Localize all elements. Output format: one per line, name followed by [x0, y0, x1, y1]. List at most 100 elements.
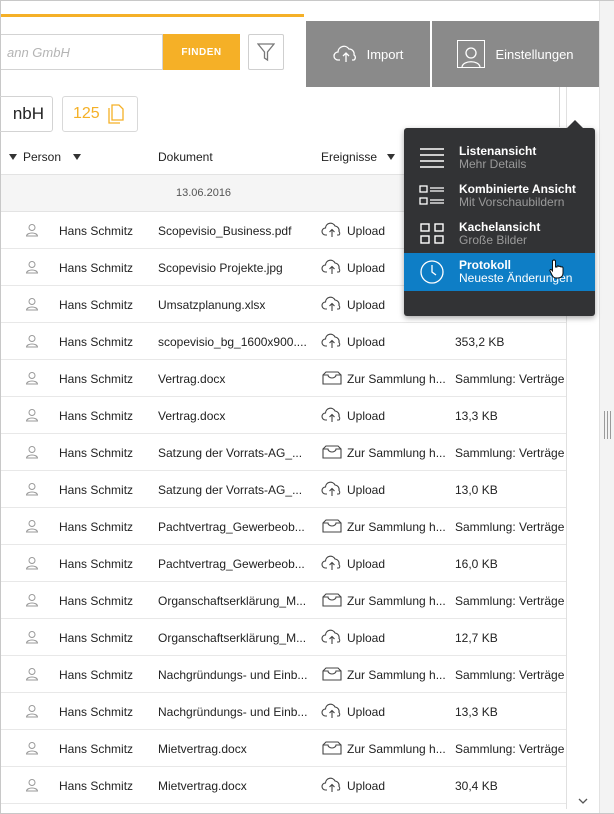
row-person: Hans Schmitz [59, 224, 134, 238]
row-document[interactable]: Satzung der Vorrats-AG_... [158, 446, 320, 460]
user-outline-icon [25, 704, 39, 721]
app-window: FINDEN Import Einstellungen nbH [0, 0, 614, 814]
cloud-upload-icon [321, 703, 343, 722]
row-person: Hans Schmitz [59, 557, 134, 571]
row-event: Upload [347, 631, 386, 645]
company-selector[interactable]: nbH [0, 96, 53, 132]
menu-item-subtitle: Große Bilder [459, 233, 528, 247]
row-detail: 13,3 KB [455, 705, 498, 719]
row-document[interactable]: Mietvertrag.docx [158, 779, 320, 793]
row-document[interactable]: Pachtvertrag_Gewerbeob... [158, 520, 320, 534]
row-event: Zur Sammlung h... [347, 372, 446, 386]
row-detail: 353,2 KB [455, 335, 505, 349]
column-person[interactable]: Person [9, 150, 82, 164]
user-outline-icon [25, 667, 39, 684]
search-input[interactable] [1, 35, 162, 69]
row-document[interactable]: Satzung der Vorrats-AG_... [158, 483, 320, 497]
collection-icon [321, 666, 343, 685]
document-count-badge[interactable]: 125 [62, 96, 138, 132]
menu-item-text: Kachelansicht Große Bilder [459, 221, 540, 247]
table-row[interactable]: Hans Schmitz Satzung der Vorrats-AG_... Zu… [1, 434, 566, 471]
dropdown-caret-icon [387, 154, 396, 160]
row-person: Hans Schmitz [59, 261, 134, 275]
column-events[interactable]: Ereignisse [321, 150, 396, 164]
view-menu-item[interactable]: Protokoll Neueste Änderungen [404, 253, 595, 291]
row-detail: Sammlung: Verträge [455, 446, 565, 460]
view-menu-item[interactable]: Kachelansicht Große Bilder [404, 215, 595, 253]
row-document[interactable]: Organschaftserklärung_M... [158, 594, 320, 608]
user-outline-icon [25, 260, 39, 277]
resize-grip-icon[interactable] [603, 411, 612, 439]
column-events-label: Ereignisse [321, 150, 378, 164]
table-row[interactable]: Hans Schmitz Vertrag.docx Zur Sammlung h..… [1, 360, 566, 397]
row-person: Hans Schmitz [59, 520, 134, 534]
menu-item-text: Kombinierte Ansicht Mit Vorschaubildern [459, 183, 576, 209]
row-document[interactable]: Scopevisio_Business.pdf [158, 224, 320, 238]
row-person: Hans Schmitz [59, 779, 134, 793]
table-row[interactable]: Hans Schmitz Nachgründungs- und Einb... Up… [1, 693, 566, 730]
user-outline-icon [25, 519, 39, 536]
table-row[interactable]: Hans Schmitz Mietvertrag.docx Upload 30,4 K… [1, 767, 566, 804]
import-tab[interactable]: Import [306, 21, 430, 87]
table-row[interactable]: Hans Schmitz Organschaftserklärung_M... Zu… [1, 582, 566, 619]
row-document[interactable]: Scopevisio Projekte.jpg [158, 261, 320, 275]
row-document[interactable]: Pachtvertrag_Gewerbeob... [158, 557, 320, 571]
company-name: nbH [12, 104, 44, 123]
row-detail: Sammlung: Verträge [455, 668, 565, 682]
view-menu-item[interactable]: Listenansicht Mehr Details [404, 139, 595, 177]
row-detail: Sammlung: Verträge [455, 594, 565, 608]
row-person: Hans Schmitz [59, 668, 134, 682]
column-document-label: Dokument [158, 150, 213, 164]
user-outline-icon [25, 482, 39, 499]
table-row[interactable]: Hans Schmitz Organschaftserklärung_M... Up… [1, 619, 566, 656]
row-document[interactable]: Umsatzplanung.xlsx [158, 298, 320, 312]
settings-tab[interactable]: Einstellungen [432, 21, 599, 87]
row-person: Hans Schmitz [59, 594, 134, 608]
row-document[interactable]: Nachgründungs- und Einb... [158, 705, 320, 719]
collection-icon [321, 592, 343, 611]
panel-resize-bar[interactable] [599, 1, 614, 813]
cloud-upload-icon [321, 629, 343, 648]
view-menu-item[interactable]: Kombinierte Ansicht Mit Vorschaubildern [404, 177, 595, 215]
user-outline-icon [25, 408, 39, 425]
user-outline-icon [25, 297, 39, 314]
cloud-upload-icon [321, 407, 343, 426]
table-row[interactable]: Hans Schmitz Satzung der Vorrats-AG_... Up… [1, 471, 566, 508]
table-row[interactable]: Hans Schmitz Vertrag.docx Upload 13,3 KB [1, 397, 566, 434]
user-icon [461, 47, 482, 67]
row-person: Hans Schmitz [59, 446, 134, 460]
find-button[interactable]: FINDEN [163, 34, 240, 70]
row-document[interactable]: scopevisio_bg_1600x900.... [158, 335, 320, 349]
table-row[interactable]: Hans Schmitz scopevisio_bg_1600x900.... Up… [1, 323, 566, 360]
table-row[interactable]: Hans Schmitz Mietvertrag.docx Zur Sammlung… [1, 730, 566, 767]
table-row[interactable]: Hans Schmitz Pachtvertrag_Gewerbeob... Zur… [1, 508, 566, 545]
filter-button[interactable] [248, 34, 284, 70]
cloud-upload-icon [332, 45, 356, 62]
row-document[interactable]: Organschaftserklärung_M... [158, 631, 320, 645]
row-document[interactable]: Vertrag.docx [158, 409, 320, 423]
cloud-upload-icon [321, 222, 343, 241]
row-person: Hans Schmitz [59, 705, 134, 719]
table-row[interactable]: Hans Schmitz Pachtvertrag_Gewerbeob... Upl… [1, 545, 566, 582]
date-group-label: 13.06.2016 [176, 187, 232, 199]
table-row[interactable]: Hans Schmitz Nachgründungs- und Einb... Zu… [1, 656, 566, 693]
row-detail: 13,0 KB [455, 483, 498, 497]
row-document[interactable]: Nachgründungs- und Einb... [158, 668, 320, 682]
filter-icon [257, 43, 275, 62]
cloud-upload-icon [321, 555, 343, 574]
document-count: 125 [73, 105, 100, 122]
row-event: Zur Sammlung h... [347, 446, 446, 460]
menu-item-subtitle: Mit Vorschaubildern [459, 195, 565, 209]
user-outline-icon [25, 556, 39, 573]
row-document[interactable]: Mietvertrag.docx [158, 742, 320, 756]
cloud-upload-icon [321, 259, 343, 278]
scroll-down-button[interactable] [568, 793, 598, 809]
row-detail: 16,0 KB [455, 557, 498, 571]
chevron-down-icon [578, 798, 588, 804]
user-outline-icon [25, 223, 39, 240]
row-person: Hans Schmitz [59, 742, 134, 756]
view-menu: Listenansicht Mehr Details Kombinierte Ans… [404, 120, 595, 316]
row-document[interactable]: Vertrag.docx [158, 372, 320, 386]
column-document[interactable]: Dokument [158, 150, 213, 164]
user-outline-icon [25, 630, 39, 647]
